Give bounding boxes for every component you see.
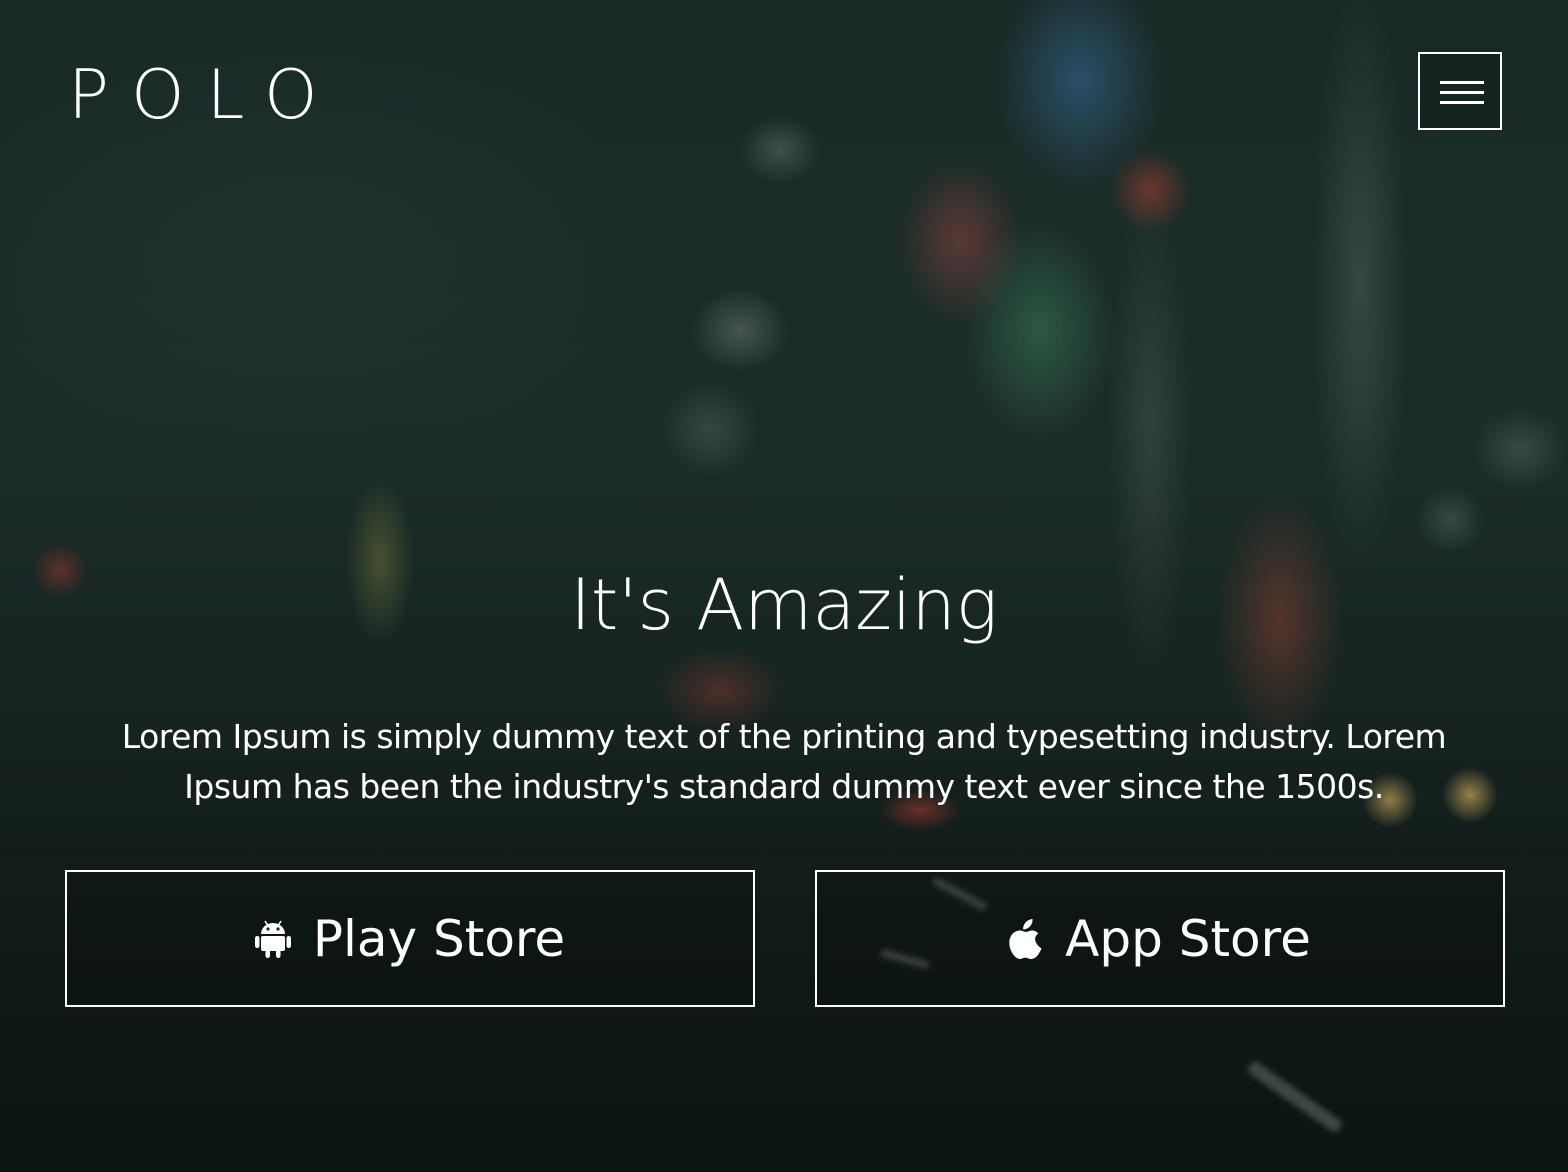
- hero-title: It's Amazing: [570, 564, 998, 646]
- hero-description: Lorem Ipsum is simply dummy text of the …: [121, 717, 1447, 806]
- hamburger-menu-icon: [1440, 81, 1484, 84]
- apple-icon: [1009, 918, 1043, 959]
- landing-page: POLO It's Amazing Lorem Ipsum is simply …: [0, 0, 1568, 1172]
- play-store-label: Play Store: [312, 909, 566, 968]
- app-store-button[interactable]: App Store: [815, 870, 1505, 1007]
- app-store-label: App Store: [1065, 909, 1311, 968]
- site-logo[interactable]: POLO: [68, 60, 340, 132]
- menu-button[interactable]: [1418, 52, 1502, 130]
- play-store-button[interactable]: Play Store: [65, 870, 755, 1007]
- android-icon: [254, 919, 291, 959]
